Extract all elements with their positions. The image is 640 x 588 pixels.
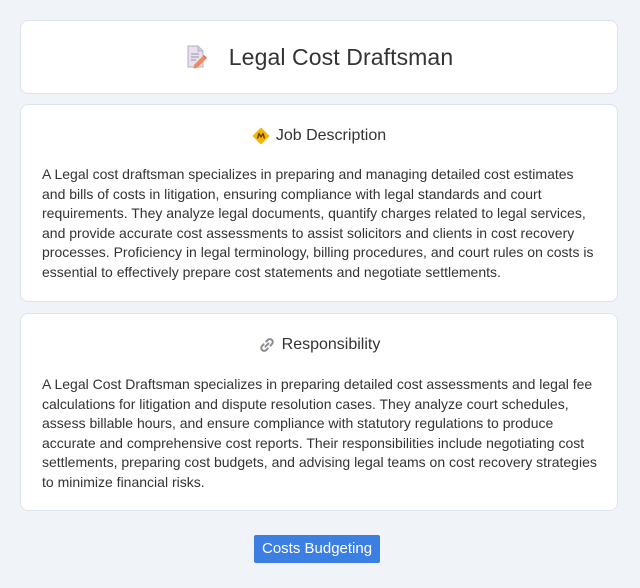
link-icon <box>258 336 276 354</box>
job-description-card: Job Description A Legal cost draftsman s… <box>20 104 618 302</box>
title-card: Legal Cost Draftsman <box>20 20 618 94</box>
job-description-text: A Legal cost draftsman specializes in pr… <box>42 166 594 280</box>
responsibility-text: A Legal Cost Draftsman specializes in pr… <box>42 376 597 490</box>
page-title: Legal Cost Draftsman <box>228 43 454 70</box>
document-pencil-icon <box>185 45 207 69</box>
responsibility-header: Responsibility <box>21 336 617 354</box>
costs-budgeting-tag-button[interactable]: Costs Budgeting <box>254 535 381 563</box>
responsibility-card: Responsibility A Legal Cost Draftsman sp… <box>20 313 618 511</box>
responsibility-heading: Responsibility <box>281 336 381 353</box>
diamond-badge-icon <box>252 127 270 145</box>
job-description-heading: Job Description <box>275 127 387 144</box>
job-description-header: Job Description <box>21 127 617 145</box>
